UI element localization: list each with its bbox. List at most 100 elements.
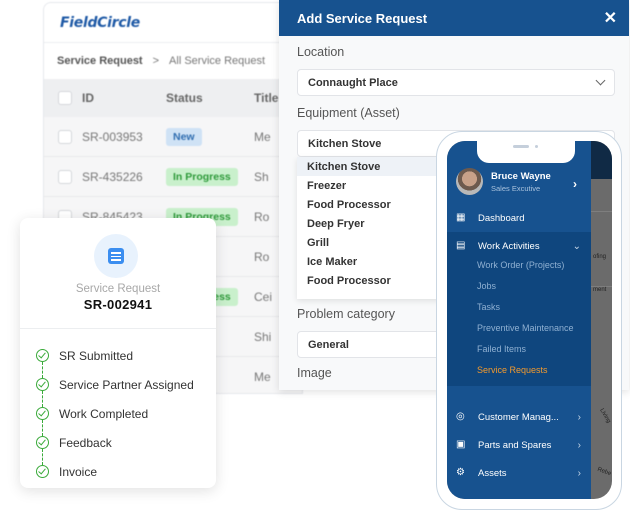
- row-title: Me: [254, 129, 271, 144]
- breadcrumb-separator: >: [152, 55, 160, 67]
- avatar: [456, 168, 483, 195]
- step-label: Service Partner Assigned: [59, 377, 194, 392]
- map-label: ment: [593, 287, 607, 293]
- row-id: SR-435226: [82, 169, 143, 184]
- status-badge: New: [166, 127, 202, 146]
- select-all-checkbox[interactable]: [58, 91, 72, 105]
- breadcrumb-service-request[interactable]: Service Request: [57, 55, 143, 67]
- submenu-item[interactable]: Tasks: [447, 296, 591, 317]
- work-activities-submenu: Work Order (Projects) Jobs Tasks Prevent…: [447, 254, 591, 386]
- map-header: [590, 141, 612, 179]
- table-row[interactable]: SR-003953 New Me: [44, 117, 302, 157]
- modal-header: Add Service Request ✕: [279, 0, 629, 36]
- row-title: Ro: [254, 249, 270, 264]
- card-icon-badge: [94, 234, 138, 278]
- check-circle-icon: [36, 407, 49, 420]
- dropdown-option[interactable]: Kitchen Stove: [297, 157, 441, 176]
- phone-notch: [477, 141, 575, 163]
- status-badge: In Progress: [166, 167, 238, 186]
- submenu-item[interactable]: Failed Items: [447, 338, 591, 359]
- card-sr-id: SR-002941: [83, 297, 153, 312]
- step-label: Invoice: [59, 464, 98, 479]
- row-title: Sh: [254, 169, 269, 184]
- problem-category-label: Problem category: [297, 307, 395, 321]
- row-title: Ro: [254, 209, 270, 224]
- navigation-drawer: Bruce Wayne Sales Excutive › ▦ Dashboard…: [447, 141, 591, 499]
- target-icon: ◎: [456, 411, 465, 422]
- chevron-down-icon: [595, 75, 606, 86]
- row-title: Shi: [254, 329, 272, 344]
- problem-category-value: General: [308, 338, 349, 351]
- row-id: SR-003953: [82, 129, 143, 144]
- column-title[interactable]: Title: [254, 91, 278, 105]
- modal-title: Add Service Request: [297, 10, 428, 26]
- map-label: Rebe: [596, 466, 612, 478]
- menu-item-customer-management[interactable]: ◎ Customer Manag... ›: [447, 403, 591, 431]
- card-divider: [20, 328, 216, 329]
- step-item: Invoice: [36, 457, 194, 486]
- column-id[interactable]: ID: [82, 91, 166, 105]
- location-select[interactable]: Connaught Place: [297, 69, 615, 96]
- chevron-right-icon: ›: [577, 467, 581, 479]
- chevron-down-icon: ⌄: [572, 240, 581, 252]
- progress-steps: SR Submitted Service Partner Assigned Wo…: [36, 341, 194, 486]
- submenu-item[interactable]: Preventive Maintenance: [447, 317, 591, 338]
- check-circle-icon: [36, 465, 49, 478]
- equipment-label: Equipment (Asset): [297, 106, 400, 120]
- box-icon: ▣: [456, 439, 466, 450]
- column-status[interactable]: Status: [166, 91, 254, 105]
- close-icon[interactable]: ✕: [604, 8, 617, 28]
- row-checkbox[interactable]: [58, 169, 72, 184]
- row-checkbox[interactable]: [58, 129, 72, 144]
- dropdown-option[interactable]: Ice Maker: [297, 252, 441, 271]
- user-role: Sales Excutive: [491, 184, 541, 193]
- equipment-value: Kitchen Stove: [308, 137, 382, 150]
- step-label: SR Submitted: [59, 348, 134, 363]
- map-label: Living: [598, 407, 612, 425]
- breadcrumb-all-service-request[interactable]: All Service Request: [169, 55, 265, 67]
- table-row[interactable]: SR-435226 In Progress Sh: [44, 157, 302, 197]
- location-label: Location: [297, 45, 345, 59]
- row-title: Cei: [254, 289, 273, 304]
- chevron-right-icon: ›: [573, 177, 577, 191]
- step-item: Service Partner Assigned: [36, 370, 194, 407]
- check-circle-icon: [36, 349, 49, 362]
- menu-item-dashboard[interactable]: ▦ Dashboard: [447, 204, 591, 232]
- check-circle-icon: [36, 436, 49, 449]
- list-icon: [108, 248, 124, 264]
- stage: FieldCircle Service Request > All Servic…: [0, 0, 630, 510]
- user-name: Bruce Wayne: [491, 171, 551, 182]
- submenu-item[interactable]: Work Order (Projects): [447, 254, 591, 275]
- phone-screen: ofing ment Living Rebe Bruce Wayne Sales…: [447, 141, 612, 499]
- dropdown-option[interactable]: Food Processor: [297, 271, 441, 290]
- location-value: Connaught Place: [308, 76, 398, 89]
- app-header: FieldCircle: [44, 3, 302, 43]
- equipment-dropdown: Kitchen Stove Freezer Food Processor Dee…: [297, 157, 441, 299]
- menu-label: Dashboard: [478, 212, 525, 224]
- dropdown-option[interactable]: Freezer: [297, 176, 441, 195]
- card-subtitle: Service Request: [75, 283, 161, 295]
- menu-label: Assets: [478, 467, 507, 479]
- fieldcircle-logo[interactable]: FieldCircle: [60, 15, 140, 31]
- phone-mockup: ofing ment Living Rebe Bruce Wayne Sales…: [436, 131, 622, 510]
- menu-item-assets[interactable]: ⚙ Assets ›: [447, 459, 591, 487]
- chevron-right-icon: ›: [577, 439, 581, 451]
- menu-label: Parts and Spares: [478, 439, 552, 451]
- dashboard-icon: ▦: [456, 212, 466, 223]
- step-label: Work Completed: [59, 406, 149, 421]
- submenu-item[interactable]: Jobs: [447, 275, 591, 296]
- service-request-progress-card: Service Request SR-002941 SR Submitted S…: [20, 218, 216, 488]
- menu-item-parts-and-spares[interactable]: ▣ Parts and Spares ›: [447, 431, 591, 459]
- step-item: Feedback: [36, 428, 194, 465]
- clipboard-icon: ▤: [456, 240, 466, 251]
- menu-label: Customer Manag...: [478, 411, 559, 423]
- row-title: Me: [254, 369, 271, 384]
- dropdown-option[interactable]: Food Processor: [297, 195, 441, 214]
- step-label: Feedback: [59, 435, 112, 450]
- map-label: ofing: [593, 254, 607, 260]
- breadcrumb: Service Request > All Service Request: [44, 43, 302, 79]
- dropdown-option[interactable]: Deep Fryer: [297, 214, 441, 233]
- submenu-item-service-requests[interactable]: Service Requests: [447, 359, 591, 380]
- user-profile[interactable]: Bruce Wayne Sales Excutive ›: [447, 163, 591, 203]
- dropdown-option[interactable]: Grill: [297, 233, 441, 252]
